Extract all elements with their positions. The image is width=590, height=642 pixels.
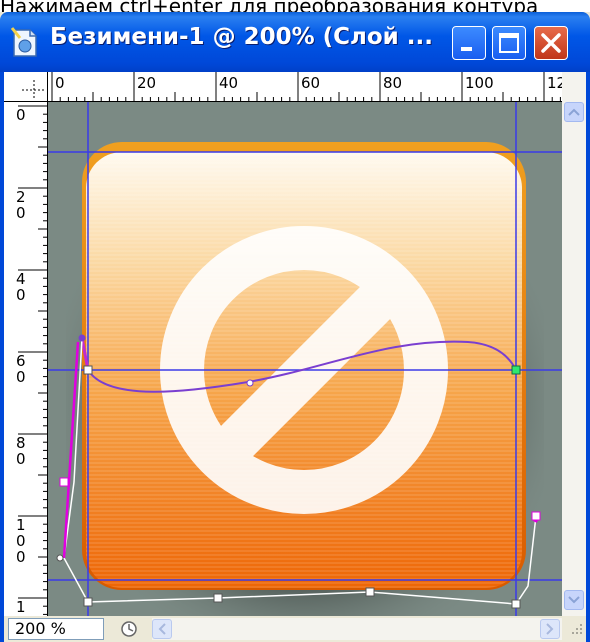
horizontal-ruler[interactable]: 0 20 40 60 80 100 120 [48, 72, 562, 102]
window-title: Безимени-1 @ 200% (Слой ... [50, 24, 434, 50]
ruler-label: 120 [547, 74, 562, 92]
minimize-button[interactable] [452, 26, 486, 60]
vertical-scrollbar[interactable] [562, 72, 586, 616]
ruler-origin[interactable] [4, 72, 48, 102]
scroll-down-button[interactable] [564, 590, 584, 610]
ruler-label: 0 [16, 106, 26, 124]
ruler-label: 100 [16, 516, 26, 566]
ruler-label: 80 [16, 434, 26, 468]
status-bar: 200 % [4, 616, 586, 642]
document-info-icon[interactable] [114, 618, 144, 640]
ruler-label: 120 [16, 598, 26, 616]
vertical-ruler-scale: 0 20 40 60 80 100 120 [16, 105, 47, 616]
document-window: Безимени-1 @ 200% (Слой ... 0 20 40 60 80 100… [0, 12, 590, 642]
horizontal-ruler-scale: 0 20 40 60 80 100 120 [51, 72, 562, 101]
ruler-label: 60 [301, 74, 320, 92]
document-canvas[interactable] [48, 102, 562, 616]
scroll-right-button[interactable] [540, 619, 560, 639]
title-bar[interactable]: Безимени-1 @ 200% (Слой ... [0, 12, 590, 72]
scroll-up-button[interactable] [564, 102, 584, 122]
ruler-label: 0 [55, 74, 65, 92]
minimize-icon [461, 47, 472, 51]
ruler-label: 40 [16, 270, 26, 304]
horizontal-scrollbar[interactable] [152, 618, 562, 640]
chevron-right-icon [546, 623, 554, 635]
canvas-artwork [48, 102, 562, 616]
window-border-right [586, 72, 590, 642]
close-icon [541, 33, 561, 53]
maximize-button[interactable] [492, 26, 526, 60]
ruler-label: 20 [137, 74, 156, 92]
close-button[interactable] [534, 26, 568, 60]
ruler-label: 80 [383, 74, 402, 92]
maximize-icon [499, 33, 519, 53]
resize-grip-icon[interactable] [566, 620, 584, 638]
chevron-down-icon [568, 596, 580, 604]
ruler-label: 20 [16, 188, 26, 222]
ruler-label: 60 [16, 352, 26, 386]
photoshop-document-icon [10, 27, 37, 57]
scroll-left-button[interactable] [152, 619, 172, 639]
ruler-label: 40 [219, 74, 238, 92]
zoom-level-field[interactable]: 200 % [8, 618, 104, 640]
chevron-up-icon [568, 108, 580, 116]
chevron-left-icon [158, 623, 166, 635]
vertical-ruler[interactable]: 0 20 40 60 80 100 120 [4, 102, 48, 616]
ruler-label: 100 [465, 74, 494, 92]
